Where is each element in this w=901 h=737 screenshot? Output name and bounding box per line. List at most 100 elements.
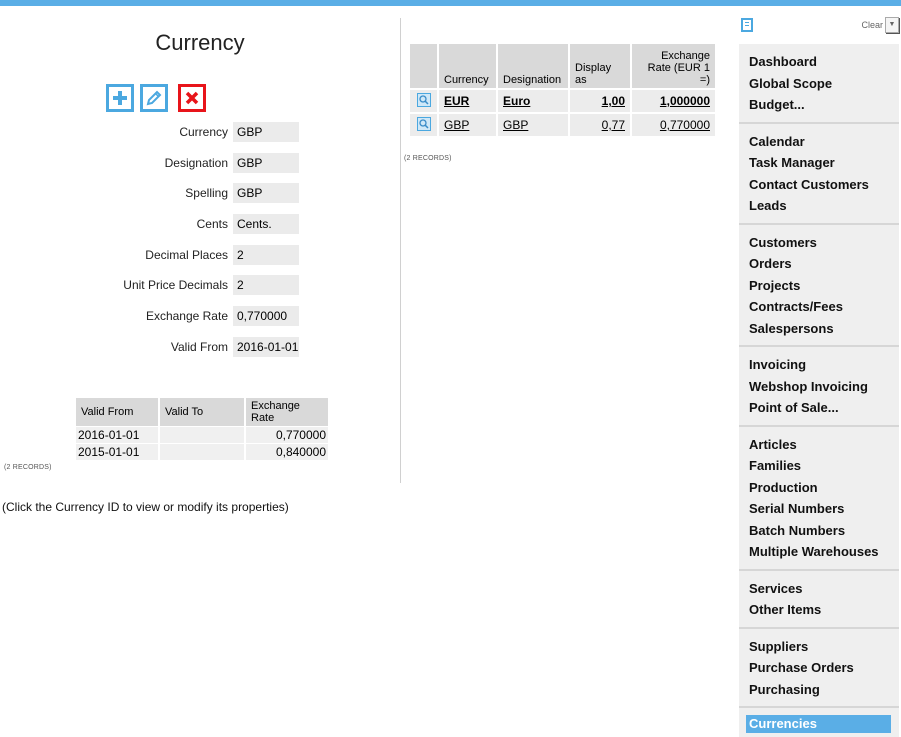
field-label: Currency	[179, 125, 228, 139]
menu-group: CurrenciesSystem Audit/SAFT	[739, 708, 899, 737]
sidebar-item-customers[interactable]: Customers	[739, 232, 899, 254]
magnifier-icon[interactable]	[416, 92, 431, 107]
clear-dropdown[interactable]: ▼	[885, 17, 899, 33]
unit-price-decimals-value: 2	[233, 275, 299, 295]
field-label: Exchange Rate	[145, 309, 228, 323]
table-cell: 2015-01-01	[76, 444, 158, 460]
sidebar-item-invoicing[interactable]: Invoicing	[739, 354, 899, 376]
table-cell: 2016-01-01	[76, 427, 158, 443]
sidebar-item-dashboard[interactable]: Dashboard	[739, 51, 899, 73]
column-header: Designation	[498, 44, 568, 88]
sidebar-header: Clear ▼	[739, 16, 899, 38]
sidebar-item-purchasing[interactable]: Purchasing	[739, 679, 899, 701]
currency-list-table: Currency Designation Display as Exchange…	[408, 42, 717, 138]
sidebar-item-budget[interactable]: Budget...	[739, 94, 899, 116]
sidebar-item-leads[interactable]: Leads	[739, 195, 899, 217]
rate-link[interactable]: 0,770000	[660, 118, 710, 132]
spelling-value: GBP	[233, 183, 299, 203]
form-row-unit-price-decimals: Unit Price Decimals 2	[60, 275, 299, 295]
sidebar-item-global-scope[interactable]: Global Scope	[739, 73, 899, 95]
clear-label: Clear	[861, 20, 883, 30]
exchange-rate-value: 0,770000	[233, 306, 299, 326]
column-header	[410, 44, 437, 88]
pencil-icon	[146, 90, 162, 106]
display-link[interactable]: 1,00	[602, 94, 625, 108]
sidebar-item-serial-numbers[interactable]: Serial Numbers	[739, 498, 899, 520]
sidebar-item-point-of-sale[interactable]: Point of Sale...	[739, 397, 899, 419]
sidebar-item-services[interactable]: Services	[739, 578, 899, 600]
currency-value: GBP	[233, 122, 299, 142]
table-row: 2015-01-01 0,840000	[76, 444, 328, 460]
sidebar-item-multiple-warehouses[interactable]: Multiple Warehouses	[739, 541, 899, 563]
form-row-decimal-places: Decimal Places 2	[60, 245, 299, 265]
sidebar-item-currencies[interactable]: Currencies	[746, 715, 891, 733]
sidebar-item-task-manager[interactable]: Task Manager	[739, 152, 899, 174]
sidebar-item-suppliers[interactable]: Suppliers	[739, 636, 899, 658]
valid-from-value: 2016-01-01	[233, 337, 299, 357]
display-link[interactable]: 0,77	[602, 118, 625, 132]
view-cell	[410, 90, 437, 112]
sidebar-item-contracts-fees[interactable]: Contracts/Fees	[739, 296, 899, 318]
cents-value: Cents.	[233, 214, 299, 234]
sidebar-item-batch-numbers[interactable]: Batch Numbers	[739, 520, 899, 542]
table-cell: GBP	[439, 114, 496, 136]
sidebar-item-production[interactable]: Production	[739, 477, 899, 499]
field-label: Decimal Places	[145, 248, 228, 262]
view-cell	[410, 114, 437, 136]
table-row: GBP GBP 0,77 0,770000	[410, 114, 715, 136]
add-button[interactable]	[106, 84, 134, 112]
menu-group: Services Other Items	[739, 571, 899, 629]
sidebar-item-projects[interactable]: Projects	[739, 275, 899, 297]
menu-group: Dashboard Global Scope Budget...	[739, 44, 899, 124]
table-cell: 0,840000	[246, 444, 328, 460]
sidebar-item-other-items[interactable]: Other Items	[739, 599, 899, 621]
designation-link[interactable]: GBP	[503, 118, 528, 132]
sidebar-item-families[interactable]: Families	[739, 455, 899, 477]
action-toolbar	[106, 84, 206, 112]
currency-id-link[interactable]: EUR	[444, 94, 469, 108]
table-row: EUR Euro 1,00 1,000000	[410, 90, 715, 112]
field-label: Designation	[164, 156, 228, 170]
sidebar-item-salespersons[interactable]: Salespersons	[739, 318, 899, 340]
sidebar-item-calendar[interactable]: Calendar	[739, 131, 899, 153]
delete-button[interactable]	[178, 84, 206, 112]
field-label: Valid From	[170, 340, 228, 354]
column-header: Exchange Rate	[246, 398, 328, 426]
form-row-valid-from: Valid From 2016-01-01	[60, 337, 299, 357]
designation-value: GBP	[233, 153, 299, 173]
sidebar-item-contact-customers[interactable]: Contact Customers	[739, 174, 899, 196]
form-row-currency: Currency GBP	[60, 122, 299, 142]
menu-group: Suppliers Purchase Orders Purchasing	[739, 629, 899, 708]
column-header: Currency	[439, 44, 496, 88]
rate-history-table: Valid From Valid To Exchange Rate 2016-0…	[74, 397, 330, 461]
magnifier-icon[interactable]	[416, 116, 431, 131]
sidebar-item-webshop-invoicing[interactable]: Webshop Invoicing	[739, 376, 899, 398]
designation-link[interactable]: Euro	[503, 94, 530, 108]
column-header: Display as	[570, 44, 630, 88]
table-cell: Euro	[498, 90, 568, 112]
table-cell: GBP	[498, 114, 568, 136]
table-row: 2016-01-01 0,770000	[76, 427, 328, 443]
panel-toggle-icon[interactable]	[741, 18, 753, 32]
decimal-places-value: 2	[233, 245, 299, 265]
form-row-designation: Designation GBP	[60, 153, 299, 173]
table-cell: EUR	[439, 90, 496, 112]
top-accent-bar	[0, 0, 901, 6]
column-header: Valid To	[160, 398, 244, 426]
sidebar-item-purchase-orders[interactable]: Purchase Orders	[739, 657, 899, 679]
chevron-down-icon: ▼	[888, 21, 896, 28]
sidebar-item-articles[interactable]: Articles	[739, 434, 899, 456]
column-header: Valid From	[76, 398, 158, 426]
sidebar-item-system-audit-saft[interactable]: System Audit/SAFT	[739, 733, 899, 737]
table-cell: 0,77	[570, 114, 630, 136]
currency-record-count: (2 RECORDS)	[404, 155, 452, 162]
sidebar-item-orders[interactable]: Orders	[739, 253, 899, 275]
field-label: Cents	[196, 217, 228, 231]
edit-button[interactable]	[140, 84, 168, 112]
menu-group: Customers Orders Projects Contracts/Fees Sal…	[739, 225, 899, 347]
rate-link[interactable]: 1,000000	[660, 94, 710, 108]
form-row-spelling: Spelling GBP	[60, 183, 299, 203]
menu-group: Invoicing Webshop Invoicing Point of Sale.…	[739, 347, 899, 427]
sidebar-menu: Dashboard Global Scope Budget... Calendar Ta…	[739, 44, 899, 737]
currency-id-link[interactable]: GBP	[444, 118, 469, 132]
